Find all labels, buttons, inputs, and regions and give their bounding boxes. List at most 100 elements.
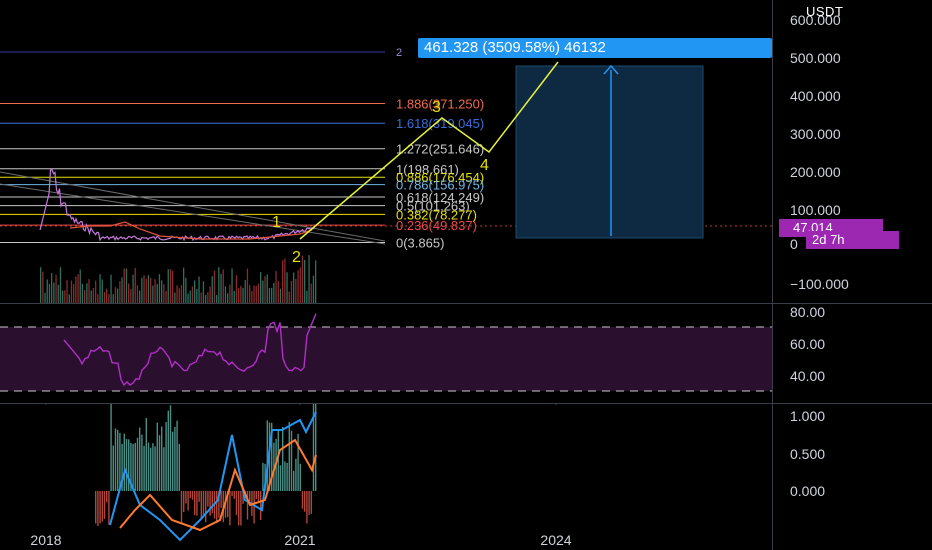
volume-bar: [152, 285, 154, 303]
volume-bar: [255, 285, 257, 303]
histogram-bar: [161, 426, 163, 491]
volume-bar: [92, 287, 95, 303]
volume-bar: [158, 274, 161, 303]
volume-bar: [110, 274, 112, 303]
histogram-bar: [136, 437, 139, 491]
histogram-bar: [165, 422, 167, 491]
histogram-bar: [216, 491, 218, 524]
fib-level-label: 0(3.865): [396, 236, 444, 251]
volume-bar: [150, 277, 152, 303]
histogram-bar: [246, 491, 249, 520]
histogram-bar: [231, 491, 233, 497]
volume-bar: [284, 258, 286, 303]
volume-bar: [46, 279, 48, 303]
volume-bar: [266, 274, 268, 303]
volume-bar: [40, 267, 42, 303]
chart-canvas[interactable]: 1.886(371.250)1.618(319.045)1.272(251.64…: [0, 0, 932, 550]
volume-bar: [59, 267, 62, 303]
histogram-bar: [233, 491, 235, 499]
volume-bar: [123, 268, 125, 303]
volume-bar: [304, 259, 306, 303]
volume-bar: [194, 280, 196, 303]
volume-bar: [238, 288, 240, 303]
histogram-bar: [315, 404, 317, 491]
volume-bar: [84, 290, 86, 303]
volume-bar: [145, 278, 147, 303]
volume-bar: [196, 288, 198, 303]
volume-bar: [66, 280, 68, 303]
histogram-bar: [185, 491, 187, 504]
histogram-bar: [299, 463, 301, 491]
volume-bar: [290, 280, 293, 303]
histogram-bar: [235, 491, 238, 516]
rsi-axis-tick: 60.00: [790, 336, 825, 352]
histogram-bar: [117, 429, 119, 491]
volume-bar: [176, 285, 178, 303]
volume-bar: [101, 279, 103, 303]
histogram-bar: [253, 491, 255, 524]
histogram-bar: [255, 491, 257, 499]
volume-bar: [154, 279, 156, 303]
volume-bar: [125, 268, 128, 303]
volume-bar: [77, 274, 79, 303]
volume-bar: [231, 268, 233, 303]
histogram-bar: [290, 430, 293, 491]
histogram-bar: [114, 428, 117, 491]
projection-box[interactable]: [515, 65, 704, 239]
oscillator-axis-tick: 0.000: [790, 483, 825, 499]
histogram-bar: [143, 445, 145, 491]
price-axis-tick: 500.000: [790, 50, 841, 66]
volume-bar: [249, 285, 251, 303]
volume-bar: [42, 271, 44, 303]
oscillator-axis-tick: 0.500: [790, 446, 825, 462]
volume-bar: [277, 281, 279, 303]
volume-bar: [273, 282, 275, 303]
currency-label: USDT: [806, 4, 844, 19]
volume-bar: [209, 286, 211, 303]
histogram-bar: [196, 491, 198, 516]
histogram-bar: [205, 491, 207, 523]
histogram-bar: [295, 458, 297, 491]
rsi-axis-tick: 80.00: [790, 304, 825, 320]
rsi-band: [0, 327, 772, 391]
volume-bar: [257, 283, 260, 303]
histogram-bar: [112, 445, 114, 491]
volume-bar: [240, 285, 242, 303]
pane-divider-rsi-osc[interactable]: [0, 403, 932, 404]
volume-bar: [242, 287, 244, 303]
volume-bar: [88, 279, 90, 303]
price-axis-tick: 200.000: [790, 164, 841, 180]
histogram-bar: [209, 491, 211, 516]
volume-bar: [48, 284, 51, 303]
histogram-bar: [163, 447, 165, 491]
volume-bar: [117, 288, 119, 303]
volume-bar: [282, 260, 284, 303]
histogram-bar: [101, 491, 103, 522]
price-axis-border: [772, 0, 773, 550]
histogram-bar: [106, 491, 108, 503]
volume-bar: [288, 291, 290, 303]
price-axis-tick: 400.000: [790, 88, 841, 104]
histogram-bar: [158, 435, 161, 491]
histogram-bar: [103, 491, 106, 519]
volume-bar: [172, 270, 174, 303]
histogram-bar: [207, 491, 209, 507]
volume-bar: [279, 288, 282, 303]
volume-bars: [40, 255, 317, 303]
histogram-bar: [297, 433, 299, 491]
pane-divider-price-rsi[interactable]: [0, 303, 932, 304]
histogram-bar: [202, 491, 205, 518]
volume-bar: [141, 277, 143, 303]
volume-bar: [264, 276, 266, 303]
volume-bar: [79, 269, 81, 303]
volume-bar: [306, 290, 308, 303]
histogram-bar: [229, 491, 231, 526]
histogram-bar: [123, 433, 125, 491]
time-axis-tick: 2018: [30, 532, 61, 548]
volume-bar: [165, 291, 167, 303]
volume-bar: [299, 267, 301, 303]
histogram-bar: [156, 422, 158, 491]
target-price-box[interactable]: 461.328 (3509.58%) 46132: [418, 38, 772, 58]
histogram-bar: [125, 438, 128, 491]
chart-root[interactable]: 1.886(371.250) 1.618(319.045) 1.272(251.64…: [0, 0, 932, 550]
